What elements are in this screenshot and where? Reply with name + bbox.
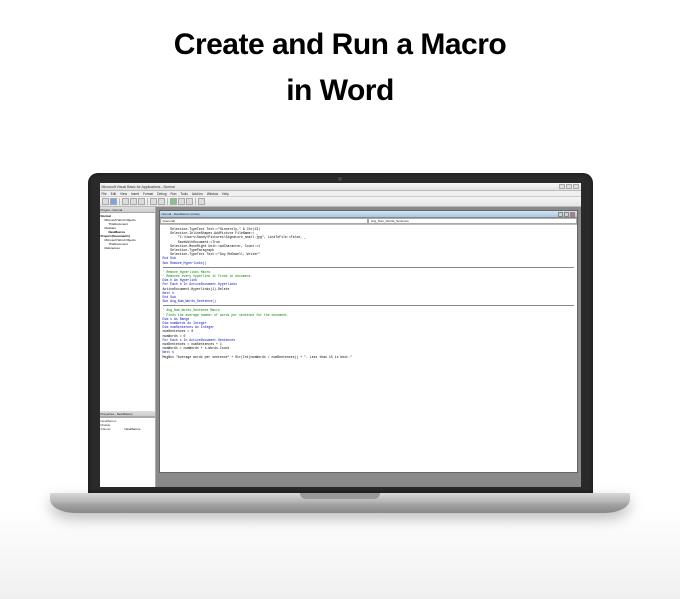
redo-icon[interactable] (158, 198, 165, 205)
close-button[interactable] (573, 184, 579, 189)
procedure-separator (163, 305, 574, 306)
laptop-illustration: Microsoft Visual Basic for Applications … (50, 173, 630, 513)
reset-icon[interactable] (186, 198, 193, 205)
property-row[interactable]: (Name) NewMacros (101, 427, 154, 431)
code-line: Sub Avg_Num_Words_Sentence() (163, 299, 574, 303)
code-window: Normal - NewMacros (Code) (General) Avg_… (159, 210, 578, 473)
toolbar (100, 197, 581, 207)
minimize-button[interactable] (559, 184, 565, 189)
menu-item-edit[interactable]: Edit (111, 192, 117, 196)
toolbar-separator (167, 198, 168, 205)
laptop-base (50, 493, 630, 513)
code-line: MsgBox "Average words per sentence" + St… (163, 355, 574, 359)
vba-editor-window: Microsoft Visual Basic for Applications … (100, 183, 581, 487)
menu-item-file[interactable]: File (102, 192, 107, 196)
menu-item-view[interactable]: View (120, 192, 127, 196)
code-dropdown-bar: (General) Avg_Num_Words_Sentence (160, 218, 577, 225)
code-minimize-button[interactable] (558, 212, 563, 217)
paste-icon[interactable] (138, 198, 145, 205)
menu-item-help[interactable]: Help (222, 192, 229, 196)
cut-icon[interactable] (122, 198, 129, 205)
laptop-bezel: Microsoft Visual Basic for Applications … (88, 173, 593, 493)
code-editor[interactable]: Selection.TypeText Text:="Sincerely," & … (160, 225, 577, 472)
code-close-button[interactable] (570, 212, 575, 217)
run-icon[interactable] (170, 198, 177, 205)
menu-item-run[interactable]: Run (171, 192, 177, 196)
object-dropdown[interactable]: (General) (160, 218, 369, 224)
menu-item-debug[interactable]: Debug (157, 192, 166, 196)
app-title: Microsoft Visual Basic for Applications … (102, 185, 175, 189)
laptop-notch (300, 493, 380, 499)
undo-icon[interactable] (150, 198, 157, 205)
procedure-dropdown[interactable]: Avg_Num_Words_Sentence (368, 218, 577, 224)
save-icon[interactable] (110, 198, 117, 205)
properties-panel[interactable]: NewMacros Module (Name) NewMacros (100, 417, 155, 487)
window-titlebar[interactable]: Microsoft Visual Basic for Applications … (100, 183, 581, 191)
project-tree[interactable]: NormalMicrosoft Word ObjectsThisDocument… (100, 213, 155, 411)
code-maximize-button[interactable] (564, 212, 569, 217)
menu-item-format[interactable]: Format (143, 192, 153, 196)
main-area: Project - Normal NormalMicrosoft Word Ob… (100, 207, 581, 487)
design-mode-icon[interactable] (198, 198, 205, 205)
property-object: NewMacros Module (101, 419, 154, 427)
toolbar-separator (119, 198, 120, 205)
code-mdi-area: Normal - NewMacros (Code) (General) Avg_… (156, 207, 581, 487)
toolbar-button[interactable] (102, 198, 109, 205)
tree-item[interactable]: References (101, 246, 154, 250)
menu-item-tools[interactable]: Tools (180, 192, 187, 196)
left-panels: Project - Normal NormalMicrosoft Word Ob… (100, 207, 156, 487)
procedure-separator (163, 267, 574, 268)
laptop-screen: Microsoft Visual Basic for Applications … (100, 183, 581, 487)
code-line: Sub Remove_Hyperlinks() (163, 261, 574, 265)
toolbar-separator (195, 198, 196, 205)
camera-dot (338, 177, 342, 181)
copy-icon[interactable] (130, 198, 137, 205)
code-window-titlebar[interactable]: Normal - NewMacros (Code) (160, 211, 577, 218)
break-icon[interactable] (178, 198, 185, 205)
page-heading-line1: Create and Run a Macro (0, 28, 680, 62)
menu-item-add-ins[interactable]: Add-Ins (192, 192, 203, 196)
menu-item-window[interactable]: Window (207, 192, 218, 196)
menu-item-insert[interactable]: Insert (131, 192, 139, 196)
toolbar-separator (147, 198, 148, 205)
code-window-title: Normal - NewMacros (Code) (162, 212, 200, 216)
page-heading-line2: in Word (0, 74, 680, 108)
maximize-button[interactable] (566, 184, 572, 189)
